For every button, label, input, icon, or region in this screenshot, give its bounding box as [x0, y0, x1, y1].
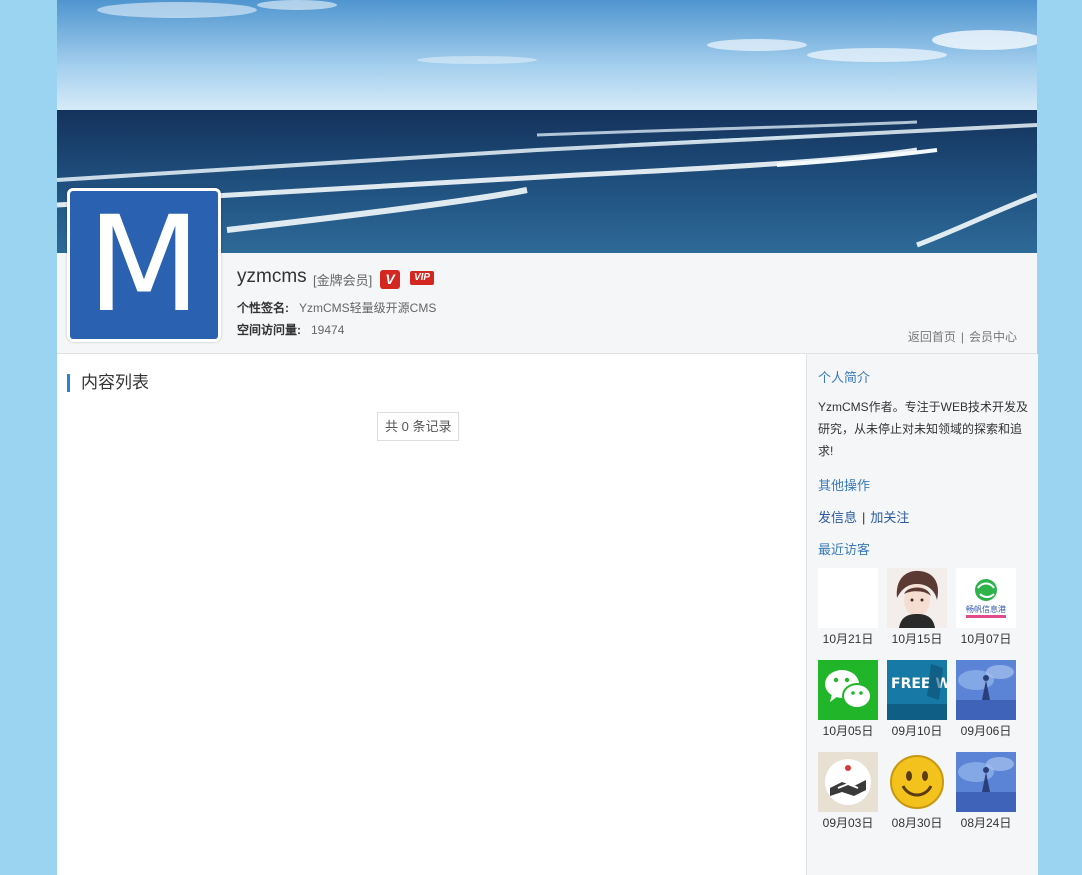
visitor-item[interactable]: 08月24日: [956, 752, 1016, 830]
signature-row: 个性签名: YzmCMS轻量级开源CMS: [237, 299, 436, 316]
bio-text: YzmCMS作者。专注于WEB技术开发及研究，从未停止对未知领域的探索和追求!: [818, 400, 1029, 458]
vip-badge-icon: VIP: [410, 271, 434, 285]
other-ops-links: 发信息 | 加关注: [818, 507, 909, 526]
link-separator: |: [960, 330, 964, 344]
visit-date: 10月05日: [822, 724, 874, 738]
visit-date: 10月21日: [822, 632, 874, 646]
visit-date: 09月10日: [891, 724, 943, 738]
visitor-item[interactable]: FREE WEB HOSTING 09月10日: [887, 660, 947, 738]
visit-date: 09月06日: [960, 724, 1012, 738]
signature-label: 个性签名:: [237, 301, 289, 315]
visits-count: 19474: [311, 323, 345, 337]
visit-date: 10月07日: [960, 632, 1012, 646]
ops-separator: |: [862, 510, 866, 525]
right-sidebar: 个人简介 YzmCMS作者。专注于WEB技术开发及研究，从未停止对未知领域的探索…: [806, 354, 1038, 875]
v-badge-icon: V: [380, 270, 400, 289]
visitor-item[interactable]: 畅帆信息港 10月07日: [956, 568, 1016, 646]
signature-text: YzmCMS轻量级开源CMS: [299, 301, 437, 315]
content-list-title: 内容列表: [67, 374, 149, 392]
visitor-item[interactable]: 09月03日: [818, 752, 878, 830]
page-container: M yzmcms [金牌会员] V VIP 个性签名: YzmCMS轻量级开源CM…: [57, 0, 1038, 875]
top-links: 返回首页 | 会员中心: [908, 328, 1017, 345]
visit-date: 08月30日: [891, 816, 943, 830]
blue-scene-avatar-icon: [956, 660, 1016, 720]
visit-date: 09月03日: [822, 816, 874, 830]
handshake-avatar-icon: [818, 752, 878, 812]
recent-visitors-heading: 最近访客: [818, 542, 871, 557]
member-center-link[interactable]: 会员中心: [969, 330, 1017, 344]
globe-logo-text: 畅帆信息港: [966, 604, 1006, 614]
smiley-avatar-icon: [887, 752, 947, 812]
user-avatar[interactable]: M: [67, 188, 221, 342]
follow-link[interactable]: 加关注: [870, 510, 909, 525]
visit-date: 08月24日: [960, 816, 1012, 830]
member-level: [金牌会员]: [313, 273, 373, 288]
record-count-pager: 共 0 条记录: [377, 412, 460, 441]
anime-boy-avatar-icon: [887, 568, 947, 628]
visitor-item[interactable]: 10月21日: [818, 568, 878, 646]
visit-date: 10月15日: [891, 632, 943, 646]
visits-label: 空间访问量:: [237, 323, 301, 337]
send-message-link[interactable]: 发信息: [818, 510, 857, 525]
avatar-letter: M: [87, 188, 201, 342]
globe-logo-avatar-icon: 畅帆信息港: [956, 568, 1016, 628]
free-hosting-avatar-icon: FREE WEB HOSTING: [887, 660, 947, 720]
username: yzmcms: [237, 266, 307, 287]
home-link[interactable]: 返回首页: [908, 330, 956, 344]
visitor-item[interactable]: 09月06日: [956, 660, 1016, 738]
blue-scene-avatar-icon: [956, 752, 1016, 812]
visitor-item[interactable]: 08月30日: [887, 752, 947, 830]
visitor-item[interactable]: 10月05日: [818, 660, 878, 738]
other-ops-heading: 其他操作: [818, 478, 871, 493]
blank-avatar-icon: [818, 568, 878, 628]
bio-heading: 个人简介: [818, 370, 871, 385]
wechat-avatar-icon: [818, 660, 878, 720]
visitor-item[interactable]: 10月15日: [887, 568, 947, 646]
visits-row: 空间访问量: 19474: [237, 321, 344, 338]
